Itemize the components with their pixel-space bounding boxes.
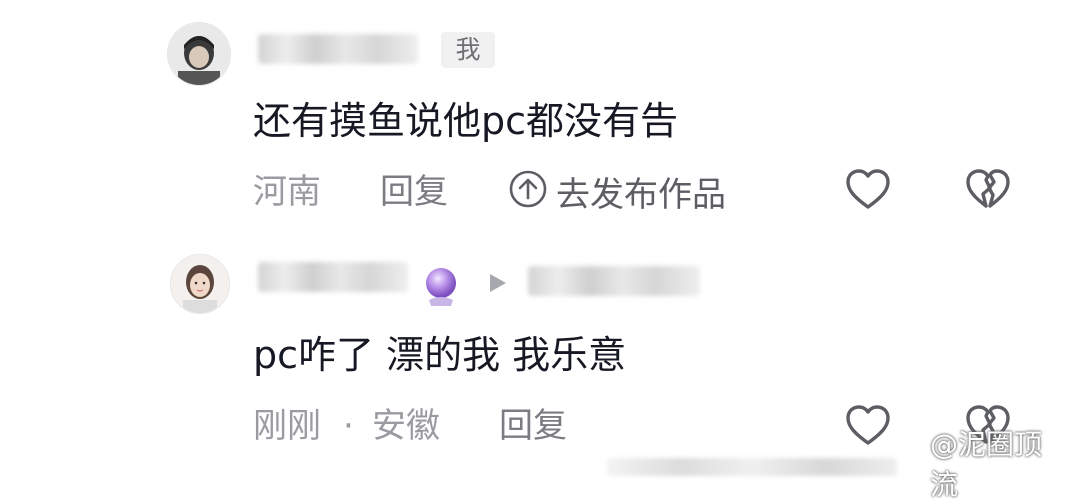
avatar[interactable] [167, 22, 231, 86]
comment-time: 刚刚 [253, 406, 321, 446]
comment-location: 河南 [253, 172, 321, 212]
dislike-broken-heart-icon[interactable] [964, 166, 1012, 214]
reply-arrow-icon [488, 272, 508, 294]
like-heart-icon[interactable] [844, 166, 892, 214]
reply-button[interactable]: 回复 [499, 406, 567, 446]
weibo-icon [900, 447, 926, 480]
watermark-blur [607, 458, 897, 476]
username-blurred[interactable] [258, 262, 408, 292]
publish-work-label: 去发布作品 [556, 174, 726, 215]
author-self-tag: 我 [441, 32, 495, 68]
username-blurred[interactable] [258, 34, 418, 64]
like-heart-icon[interactable] [844, 402, 892, 450]
reply-button[interactable]: 回复 [380, 172, 448, 212]
comment-text: 还有摸鱼说他pc都没有告 [253, 99, 679, 143]
publish-work-button[interactable]: 去发布作品 [508, 169, 726, 215]
replied-username-blurred[interactable] [528, 266, 700, 296]
comment-text: pc咋了 漂的我 我乐意 [253, 333, 627, 377]
comment-location: 安徽 [372, 406, 440, 446]
crystal-ball-icon [419, 264, 463, 308]
meta-separator: · [343, 406, 354, 446]
watermark-text: @泥圈顶流 [930, 428, 1043, 501]
avatar[interactable] [170, 254, 230, 314]
publish-arrow-icon [508, 169, 548, 213]
watermark: @泥圈顶流 [900, 428, 1067, 501]
